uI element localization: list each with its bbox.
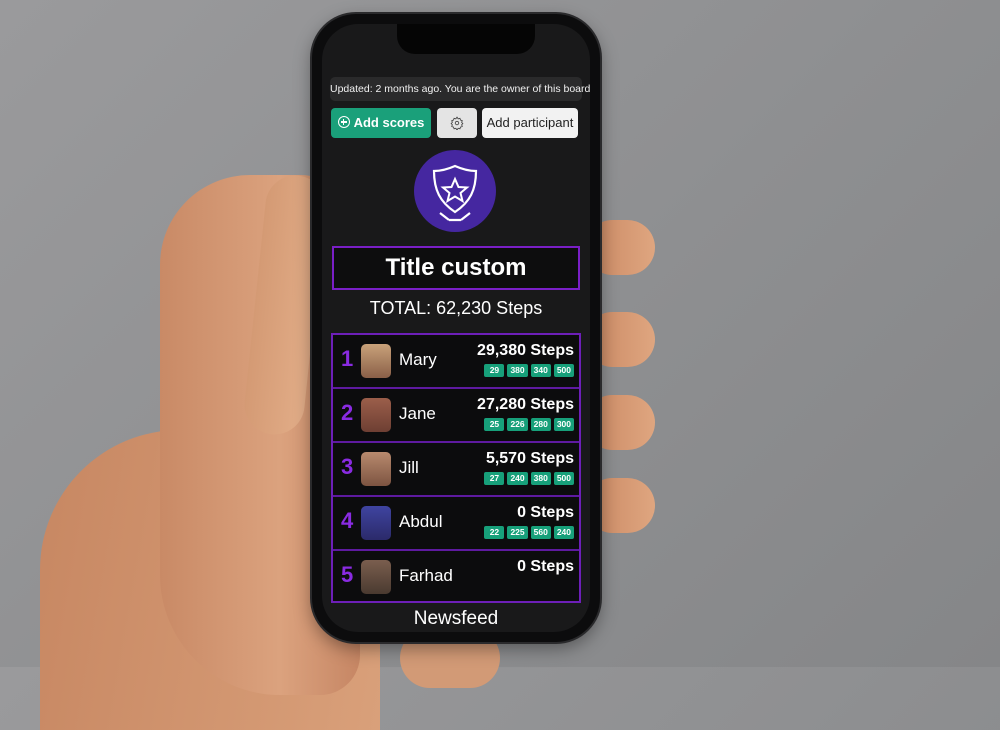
shield-star-icon — [432, 164, 478, 222]
score-chips: 22 225 560 240 — [484, 526, 574, 539]
add-scores-label: Add scores — [353, 115, 425, 130]
score-chip: 280 — [530, 418, 551, 431]
score-chip: 225 — [507, 526, 528, 539]
newsfeed-link[interactable]: Newsfeed — [322, 608, 590, 630]
rank-number: 5 — [341, 562, 354, 587]
add-scores-button[interactable]: Add scores — [331, 108, 431, 138]
score-chip: 500 — [553, 472, 574, 485]
leaderboard-row[interactable]: 4 Abdul 0 Steps 22 225 560 240 — [333, 497, 579, 551]
plus-circle-icon — [337, 116, 350, 128]
avatar — [361, 452, 391, 486]
participant-name: Jill — [399, 458, 419, 477]
score-chip: 500 — [553, 364, 574, 377]
score-chips: 29 380 340 500 — [484, 364, 574, 377]
score-chip: 27 — [484, 472, 505, 485]
participant-name: Farhad — [399, 566, 453, 585]
score-chips: 25 226 280 300 — [484, 418, 574, 431]
rank-number: 2 — [341, 400, 354, 425]
total-steps: TOTAL: 62,230 Steps — [369, 298, 543, 318]
score-chip: 560 — [530, 526, 551, 539]
participant-steps: 5,570 Steps — [485, 450, 574, 467]
phone-notch — [397, 24, 535, 54]
rank-number: 4 — [341, 508, 354, 533]
leaderboard-row[interactable]: 1 Mary 29,380 Steps 29 380 340 500 — [333, 335, 579, 389]
add-participant-button[interactable]: Add participant — [482, 108, 578, 138]
score-chip: 25 — [484, 418, 505, 431]
avatar — [361, 560, 391, 594]
score-chip: 300 — [553, 418, 574, 431]
score-chip: 380 — [507, 364, 528, 377]
rank-number: 3 — [341, 454, 354, 479]
phone-frame: Updated: 2 months ago. You are the owner… — [312, 14, 600, 642]
score-chip: 226 — [507, 418, 528, 431]
board-badge — [414, 150, 496, 232]
participant-name: Abdul — [399, 512, 443, 531]
score-chip: 29 — [484, 364, 505, 377]
score-chips: 27 240 380 500 — [484, 472, 574, 485]
score-chip: 240 — [507, 472, 528, 485]
participant-steps: 29,380 Steps — [477, 342, 574, 359]
avatar — [361, 344, 391, 378]
leaderboard-row[interactable]: 2 Jane 27,280 Steps 25 226 280 300 — [333, 389, 579, 443]
rank-number: 1 — [341, 346, 354, 371]
avatar — [361, 398, 391, 432]
settings-button[interactable] — [437, 108, 477, 138]
participant-steps: 27,280 Steps — [477, 396, 574, 413]
leaderboard-row[interactable]: 3 Jill 5,570 Steps 27 240 380 500 — [333, 443, 579, 497]
participant-name: Mary — [399, 350, 437, 369]
board-title[interactable]: Title custom — [332, 246, 580, 290]
avatar — [361, 506, 391, 540]
leaderboard: 1 Mary 29,380 Steps 29 380 340 500 2 Jan… — [331, 333, 581, 603]
gear-icon — [450, 116, 464, 131]
participant-steps: 0 Steps — [517, 504, 574, 521]
score-chip: 22 — [484, 526, 505, 539]
score-chip: 240 — [553, 526, 574, 539]
update-status-banner: Updated: 2 months ago. You are the owner… — [330, 77, 590, 101]
participant-steps: 0 Steps — [517, 558, 574, 575]
phone-screen: Updated: 2 months ago. You are the owner… — [322, 24, 590, 632]
leaderboard-row[interactable]: 5 Farhad 0 Steps — [333, 551, 579, 603]
participant-name: Jane — [399, 404, 436, 423]
score-chip: 380 — [530, 472, 551, 485]
score-chip: 340 — [530, 364, 551, 377]
